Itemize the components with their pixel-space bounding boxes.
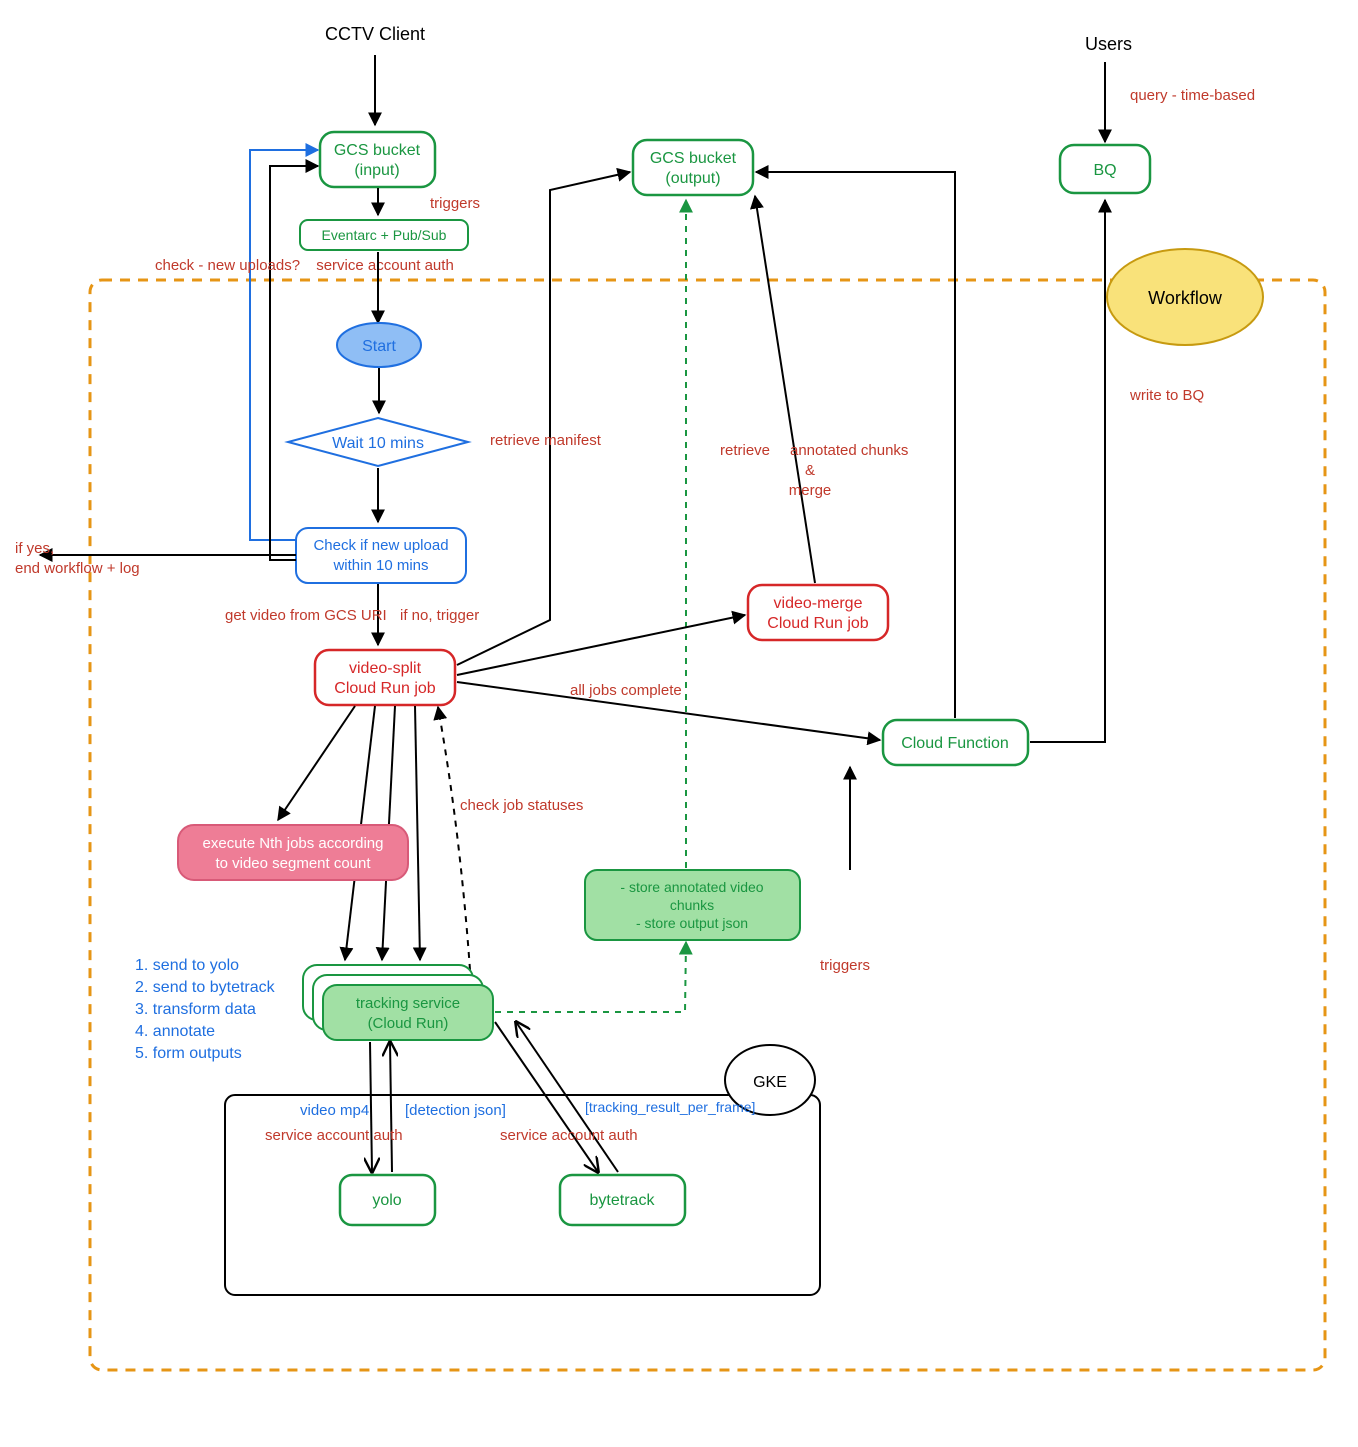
ann-retrieve-annotated-l2: annotated chunks (790, 442, 908, 459)
ann-svc-acct-left: service account auth (265, 1127, 403, 1144)
svg-text:- store output json: - store output json (636, 915, 748, 931)
ann-retrieve-annotated-l1: retrieve (720, 442, 770, 459)
arrow-check-loop-blue (250, 150, 318, 540)
arrow-merge-to-gcs-output (755, 196, 815, 583)
gke-container (225, 1095, 820, 1295)
svg-text:execute Nth jobs according: execute Nth jobs according (203, 835, 384, 852)
node-bq: BQ (1060, 145, 1150, 193)
node-gcs-input: GCS bucket (input) (320, 132, 435, 187)
arrow-check-job-statuses (438, 707, 470, 970)
ann-check-job-statuses: check job statuses (460, 797, 583, 814)
ann-query-time-based: query - time-based (1130, 87, 1255, 104)
svg-text:to video segment count: to video segment count (215, 855, 371, 872)
node-tracking-service: tracking service (Cloud Run) (303, 965, 493, 1040)
svg-text:video-merge: video-merge (774, 595, 863, 612)
node-eventarc: Eventarc + Pub/Sub (300, 220, 468, 250)
ann-write-to-bq: write to BQ (1129, 387, 1204, 404)
svg-text:BQ: BQ (1093, 162, 1116, 179)
node-wait-10-mins: Wait 10 mins (288, 418, 468, 466)
svg-text:Cloud Function: Cloud Function (901, 735, 1009, 752)
svg-text:3. transform data: 3. transform data (135, 1001, 256, 1018)
svg-text:Eventarc + Pub/Sub: Eventarc + Pub/Sub (322, 227, 447, 243)
svg-text:(input): (input) (354, 162, 399, 179)
svg-text:within 10 mins: within 10 mins (332, 557, 428, 574)
steps-list: 1. send to yolo 2. send to bytetrack 3. … (135, 957, 276, 1062)
ann-get-video: get video from GCS URI (225, 607, 387, 624)
svg-text:Check if new upload: Check if new upload (313, 537, 448, 554)
arrow-split-fan-4 (415, 706, 420, 960)
svg-text:2. send to bytetrack: 2. send to bytetrack (135, 979, 276, 996)
node-video-split: video-split Cloud Run job (315, 650, 455, 705)
ann-retrieve-annotated-amp: & (805, 462, 815, 479)
ann-retrieve-annotated-merge: merge (789, 482, 832, 499)
svg-text:GCS bucket: GCS bucket (334, 142, 421, 159)
svg-text:4. annotate: 4. annotate (135, 1023, 215, 1040)
ann-if-yes-l2: end workflow + log (15, 560, 140, 577)
node-yolo: yolo (340, 1175, 435, 1225)
workflow-label: Workflow (1148, 288, 1223, 308)
node-gcs-output: GCS bucket (output) (633, 140, 753, 195)
ann-triggers-right: triggers (820, 957, 870, 974)
svg-text:Cloud Run job: Cloud Run job (334, 680, 436, 697)
ann-all-jobs-complete: all jobs complete (570, 682, 682, 699)
ann-retrieve-manifest: retrieve manifest (490, 432, 602, 449)
ann-svc-acct-right: service account auth (500, 1127, 638, 1144)
svg-text:1. send to yolo: 1. send to yolo (135, 957, 239, 974)
ann-detection-json: [detection json] (405, 1102, 506, 1119)
ann-if-no-trigger: if no, trigger (400, 607, 479, 624)
svg-text:Wait 10 mins: Wait 10 mins (332, 435, 424, 452)
svg-text:- store annotated video: - store annotated video (620, 879, 763, 895)
arrow-split-to-gcs-output (457, 172, 630, 665)
arrow-split-fan-1 (278, 706, 355, 820)
ann-service-account-auth-top: service account auth (316, 257, 454, 274)
svg-text:chunks: chunks (670, 897, 714, 913)
node-start: Start (337, 323, 421, 367)
users-label: Users (1085, 34, 1132, 54)
svg-text:video-split: video-split (349, 660, 422, 677)
node-video-merge: video-merge Cloud Run job (748, 585, 888, 640)
node-cloud-function: Cloud Function (883, 720, 1028, 765)
ann-video-mp4: video mp4 (300, 1102, 369, 1119)
svg-text:(output): (output) (665, 170, 720, 187)
cctv-client-label: CCTV Client (325, 24, 425, 44)
node-check-upload: Check if new upload within 10 mins (296, 528, 466, 583)
node-execute-nth: execute Nth jobs according to video segm… (178, 825, 408, 880)
architecture-diagram: Workflow CCTV Client GCS bucket (input) … (0, 0, 1358, 1447)
ann-tracking-result: [tracking_result_per_frame] (585, 1099, 755, 1115)
svg-text:Start: Start (362, 338, 396, 355)
svg-text:yolo: yolo (372, 1192, 401, 1209)
gke-label: GKE (753, 1074, 787, 1091)
ann-triggers-top: triggers (430, 195, 480, 212)
svg-text:Cloud Run job: Cloud Run job (767, 615, 869, 632)
ann-check-new-uploads: check - new uploads? (155, 257, 300, 274)
ann-if-yes-l1: if yes, (15, 540, 54, 557)
svg-text:bytetrack: bytetrack (590, 1192, 656, 1209)
arrow-tracking-to-store (495, 942, 686, 1012)
svg-text:(Cloud Run): (Cloud Run) (368, 1015, 449, 1032)
node-store-chunks: - store annotated video chunks - store o… (585, 870, 800, 940)
node-bytetrack: bytetrack (560, 1175, 685, 1225)
svg-text:GCS bucket: GCS bucket (650, 150, 737, 167)
svg-text:5. form outputs: 5. form outputs (135, 1045, 242, 1062)
svg-text:tracking service: tracking service (356, 995, 460, 1012)
